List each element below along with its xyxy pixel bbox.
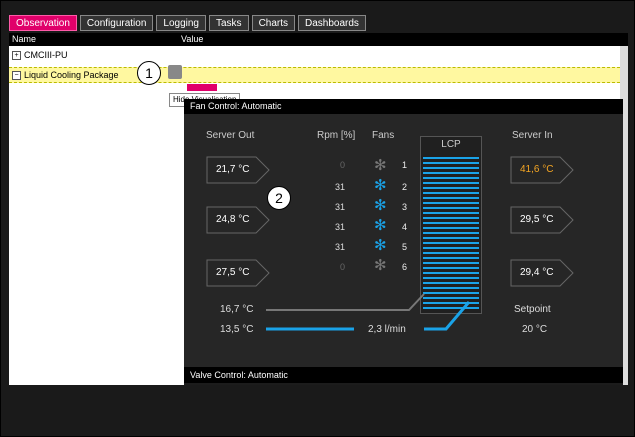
tab-tasks[interactable]: Tasks bbox=[209, 15, 249, 31]
tab-dashboards[interactable]: Dashboards bbox=[298, 15, 366, 31]
status-badge bbox=[187, 84, 217, 91]
fan-control-bar: Fan Control: Automatic bbox=[184, 99, 623, 114]
setpoint-label: Setpoint bbox=[514, 304, 551, 315]
callout-1: 1 bbox=[137, 61, 161, 85]
tab-bar: Observation Configuration Logging Tasks … bbox=[9, 15, 369, 33]
tab-configuration[interactable]: Configuration bbox=[79, 15, 154, 31]
lcp-visualisation: Fan Control: Automatic Server Out Rpm [%… bbox=[184, 99, 623, 385]
tree-item-cmciii-pu[interactable]: + CMCIII-PU bbox=[12, 49, 68, 61]
tree-item-label: Liquid Cooling Package bbox=[24, 70, 119, 80]
flow-rate: 2,3 l/min bbox=[368, 324, 406, 335]
valve-control-bar: Valve Control: Automatic bbox=[184, 367, 623, 383]
supply-temp: 13,5 °C bbox=[220, 324, 254, 335]
column-header-value[interactable]: Value bbox=[181, 33, 203, 46]
app-window: Observation Configuration Logging Tasks … bbox=[0, 0, 635, 437]
tree-item-label: CMCIII-PU bbox=[24, 50, 68, 60]
visualisation-body: Server Out Rpm [%] Fans Server In 21,7 °… bbox=[184, 114, 623, 367]
collapse-icon[interactable]: − bbox=[12, 71, 21, 81]
table-header: Name Value bbox=[9, 33, 628, 46]
hide-visualisation-icon[interactable] bbox=[168, 65, 182, 79]
return-temp: 16,7 °C bbox=[220, 304, 254, 315]
setpoint-value: 20 °C bbox=[522, 324, 548, 335]
tree-item-liquid-cooling-package[interactable]: − Liquid Cooling Package bbox=[9, 67, 620, 83]
tab-logging[interactable]: Logging bbox=[156, 15, 206, 31]
tab-observation[interactable]: Observation bbox=[9, 15, 77, 31]
tab-charts[interactable]: Charts bbox=[251, 15, 296, 31]
column-header-name[interactable]: Name bbox=[12, 33, 36, 46]
expand-icon[interactable]: + bbox=[12, 51, 21, 61]
